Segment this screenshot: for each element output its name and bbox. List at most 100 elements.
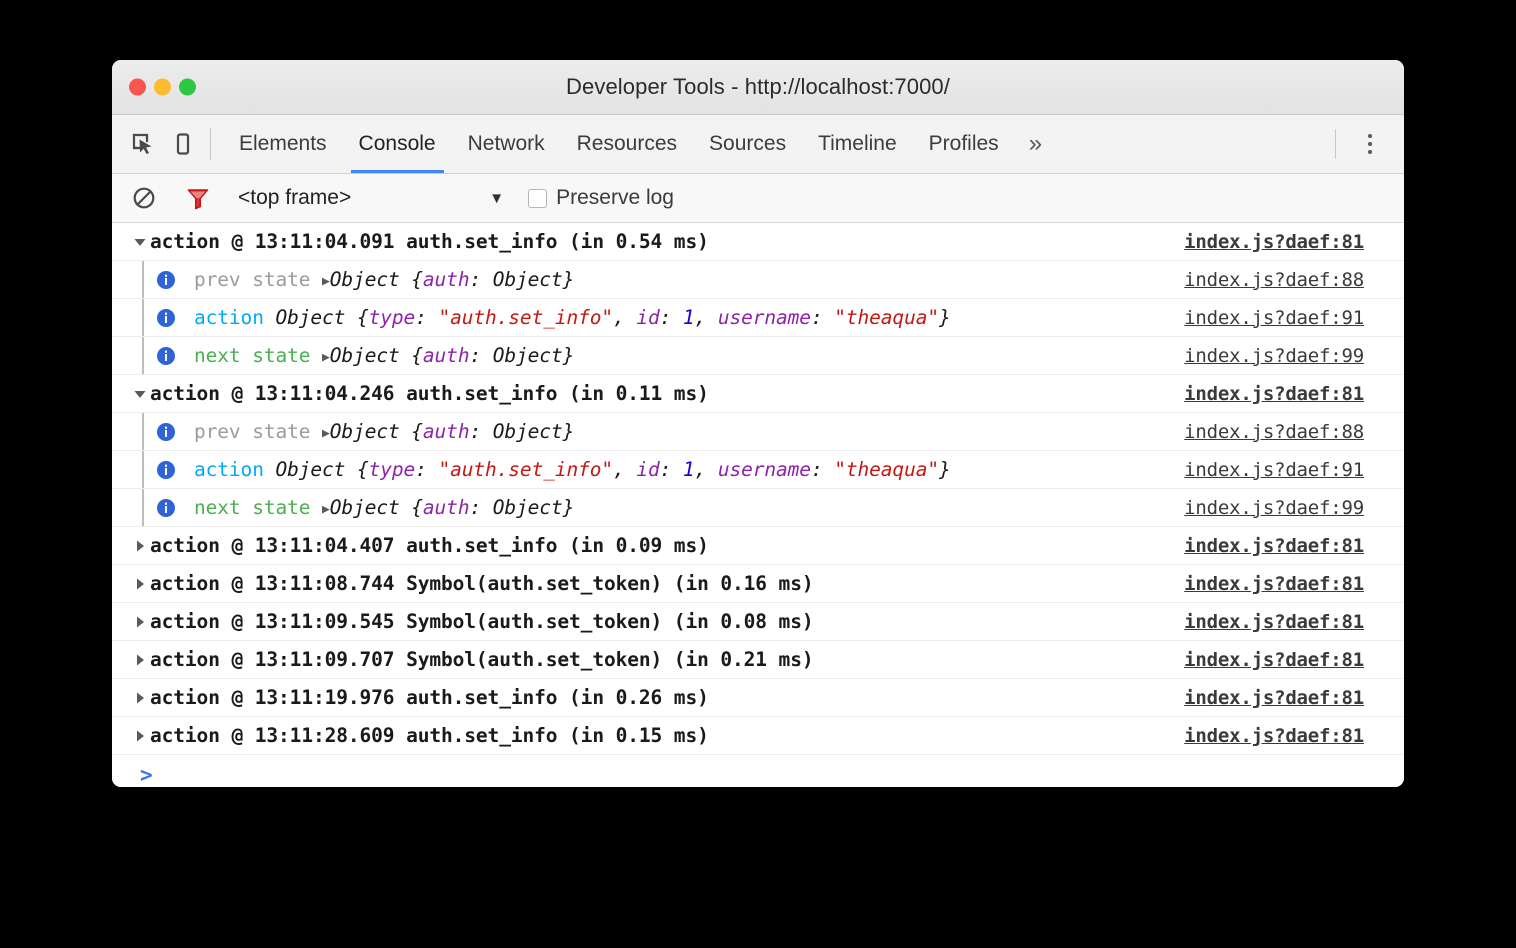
source-link[interactable]: index.js?daef:81: [1184, 231, 1364, 253]
clear-console-icon[interactable]: [130, 184, 158, 212]
console-message: action @ 13:11:19.976 auth.set_info (in …: [150, 686, 709, 709]
zoom-window-button[interactable]: [179, 78, 196, 96]
devtools-tab-bar: Elements Console Network Resources Sourc…: [112, 115, 1404, 174]
source-link[interactable]: index.js?daef:81: [1184, 687, 1364, 709]
console-message: action Object {type: "auth.set_info", id…: [194, 306, 951, 329]
object-expand-triangle-icon[interactable]: ▶: [322, 350, 330, 365]
disclosure-triangle-collapsed-icon[interactable]: [130, 653, 150, 667]
console-group-header[interactable]: action @ 13:11:04.246 auth.set_info (in …: [112, 375, 1404, 413]
filter-icon[interactable]: [184, 184, 212, 212]
source-link[interactable]: index.js?daef:88: [1184, 421, 1364, 443]
console-toolbar: <top frame> ▼ Preserve log: [112, 174, 1404, 223]
tab-network[interactable]: Network: [452, 115, 561, 173]
console-group-header[interactable]: action @ 13:11:04.091 auth.set_info (in …: [112, 223, 1404, 261]
console-message: action @ 13:11:09.707 Symbol(auth.set_to…: [150, 648, 814, 671]
source-link[interactable]: index.js?daef:81: [1184, 535, 1364, 557]
minimize-window-button[interactable]: [154, 78, 171, 96]
console-group-header-collapsed[interactable]: action @ 13:11:09.707 Symbol(auth.set_to…: [112, 641, 1404, 679]
info-icon: [156, 308, 176, 328]
disclosure-triangle-expanded-icon[interactable]: [130, 235, 150, 249]
disclosure-triangle-collapsed-icon[interactable]: [130, 729, 150, 743]
console-row-next-state[interactable]: next state ▶Object {auth: Object} index.…: [112, 489, 1404, 527]
tab-bar-divider-right: [1335, 129, 1336, 159]
close-window-button[interactable]: [129, 78, 146, 96]
action-label: action: [194, 458, 264, 481]
info-icon: [156, 346, 176, 366]
object-expand-triangle-icon[interactable]: ▶: [322, 502, 330, 517]
console-row-prev-state[interactable]: prev state ▶Object {auth: Object} index.…: [112, 413, 1404, 451]
source-link[interactable]: index.js?daef:99: [1184, 345, 1364, 367]
source-link[interactable]: index.js?daef:81: [1184, 611, 1364, 633]
console-prompt-row[interactable]: >: [112, 755, 1404, 787]
info-icon: [156, 460, 176, 480]
more-tabs-chevron-icon[interactable]: »: [1015, 115, 1056, 173]
preserve-log-label: Preserve log: [556, 186, 674, 209]
group-indent-line: [142, 337, 144, 374]
source-link[interactable]: index.js?daef:81: [1184, 649, 1364, 671]
tab-elements[interactable]: Elements: [223, 115, 343, 173]
console-group-header-collapsed[interactable]: action @ 13:11:09.545 Symbol(auth.set_to…: [112, 603, 1404, 641]
object-expand-triangle-icon[interactable]: ▶: [322, 426, 330, 441]
inspect-element-icon[interactable]: [130, 131, 156, 157]
source-link[interactable]: index.js?daef:91: [1184, 307, 1364, 329]
console-message: action @ 13:11:04.091 auth.set_info (in …: [150, 230, 709, 253]
console-group-header-collapsed[interactable]: action @ 13:11:04.407 auth.set_info (in …: [112, 527, 1404, 565]
prompt-chevron-icon: >: [140, 763, 153, 787]
source-link[interactable]: index.js?daef:81: [1184, 725, 1364, 747]
tab-console[interactable]: Console: [343, 115, 452, 173]
info-icon: [156, 498, 176, 518]
tab-profiles[interactable]: Profiles: [913, 115, 1015, 173]
source-link[interactable]: index.js?daef:81: [1184, 573, 1364, 595]
devtools-window: Developer Tools - http://localhost:7000/…: [112, 60, 1404, 787]
group-indent-line: [142, 489, 144, 526]
tab-bar-right: [1335, 115, 1404, 173]
group-indent-line: [142, 261, 144, 298]
console-group-header-collapsed[interactable]: action @ 13:11:08.744 Symbol(auth.set_to…: [112, 565, 1404, 603]
console-message: action @ 13:11:28.609 auth.set_info (in …: [150, 724, 709, 747]
object-expand-triangle-icon[interactable]: ▶: [322, 274, 330, 289]
console-row-prev-state[interactable]: prev state ▶Object {auth: Object} index.…: [112, 261, 1404, 299]
console-output[interactable]: action @ 13:11:04.091 auth.set_info (in …: [112, 223, 1404, 787]
console-row-next-state[interactable]: next state ▶Object {auth: Object} index.…: [112, 337, 1404, 375]
disclosure-triangle-expanded-icon[interactable]: [130, 387, 150, 401]
info-icon: [156, 422, 176, 442]
console-message: action @ 13:11:04.246 auth.set_info (in …: [150, 382, 709, 405]
kebab-menu-icon[interactable]: [1350, 134, 1390, 154]
group-indent-line: [142, 451, 144, 488]
source-link[interactable]: index.js?daef:99: [1184, 497, 1364, 519]
disclosure-triangle-collapsed-icon[interactable]: [130, 691, 150, 705]
disclosure-triangle-collapsed-icon[interactable]: [130, 539, 150, 553]
console-group-header-collapsed[interactable]: action @ 13:11:28.609 auth.set_info (in …: [112, 717, 1404, 755]
prev-state-label: prev state: [194, 268, 311, 291]
tab-timeline[interactable]: Timeline: [802, 115, 913, 173]
tab-sources[interactable]: Sources: [693, 115, 802, 173]
disclosure-triangle-collapsed-icon[interactable]: [130, 577, 150, 591]
next-state-label: next state: [194, 496, 311, 519]
group-indent-line: [142, 413, 144, 450]
tab-list: Elements Console Network Resources Sourc…: [211, 115, 1056, 173]
console-message: action @ 13:11:04.407 auth.set_info (in …: [150, 534, 709, 557]
preserve-log-checkbox[interactable]: [528, 188, 548, 208]
group-indent-line: [142, 299, 144, 336]
tab-bar-left-icons: [112, 115, 210, 173]
chevron-down-icon[interactable]: ▼: [489, 191, 504, 206]
window-title: Developer Tools - http://localhost:7000/: [566, 74, 950, 99]
console-message: action @ 13:11:09.545 Symbol(auth.set_to…: [150, 610, 814, 633]
disclosure-triangle-collapsed-icon[interactable]: [130, 615, 150, 629]
source-link[interactable]: index.js?daef:88: [1184, 269, 1364, 291]
console-group-header-collapsed[interactable]: action @ 13:11:19.976 auth.set_info (in …: [112, 679, 1404, 717]
tab-resources[interactable]: Resources: [561, 115, 693, 173]
source-link[interactable]: index.js?daef:91: [1184, 459, 1364, 481]
console-message: next state ▶Object {auth: Object}: [194, 496, 575, 519]
device-toolbar-icon[interactable]: [170, 131, 196, 157]
next-state-label: next state: [194, 344, 311, 367]
console-row-action[interactable]: action Object {type: "auth.set_info", id…: [112, 299, 1404, 337]
console-message: action @ 13:11:08.744 Symbol(auth.set_to…: [150, 572, 814, 595]
source-link[interactable]: index.js?daef:81: [1184, 383, 1364, 405]
frame-selector[interactable]: <top frame>: [238, 186, 351, 210]
console-row-action[interactable]: action Object {type: "auth.set_info", id…: [112, 451, 1404, 489]
action-label: action: [194, 306, 264, 329]
preserve-log-toggle[interactable]: Preserve log: [528, 186, 674, 210]
console-message: prev state ▶Object {auth: Object}: [194, 420, 575, 443]
info-icon: [156, 270, 176, 290]
